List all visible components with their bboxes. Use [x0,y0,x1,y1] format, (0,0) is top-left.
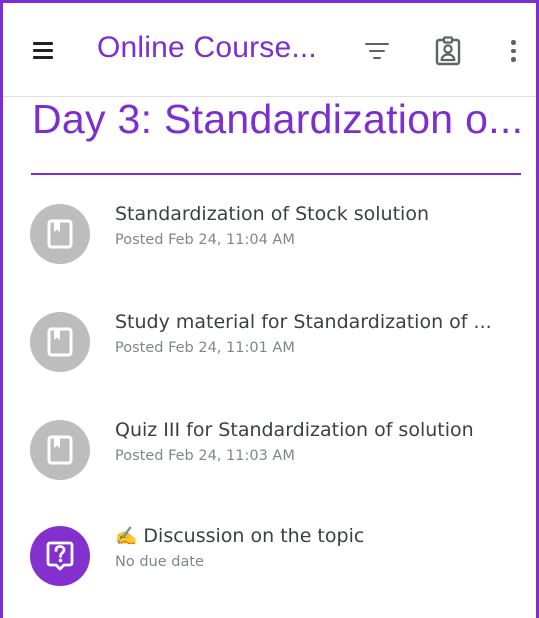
hamburger-menu-icon[interactable] [29,39,57,63]
list-item[interactable]: Quiz III for Standardization of solution… [30,415,520,485]
item-title-text: Discussion on the topic [143,525,365,547]
filter-icon[interactable] [363,39,391,63]
item-title: Standardization of Stock solution [115,203,429,225]
list-item[interactable]: Standardization of Stock solution Posted… [30,199,520,269]
writing-hand-icon: ✍️ [115,526,138,547]
item-title: Quiz III for Standardization of solution [115,419,474,441]
item-subtitle: Posted Feb 24, 11:04 AM [115,232,295,248]
item-subtitle: Posted Feb 24, 11:03 AM [115,448,295,464]
topic-divider [31,173,521,175]
more-vert-icon[interactable] [503,39,523,67]
list-item[interactable]: Study material for Standardization of ..… [30,307,520,377]
item-title: ✍️ Discussion on the topic [115,525,364,547]
list-item[interactable]: ✍️ Discussion on the topic No due date [30,521,520,591]
app-title: Online Course... [97,31,317,64]
question-icon [30,526,90,586]
app-bar: Online Course... [3,3,536,97]
material-book-icon [30,312,90,372]
item-subtitle: No due date [115,554,204,570]
assignment-ind-icon[interactable] [433,36,463,66]
material-book-icon [30,204,90,264]
item-subtitle: Posted Feb 24, 11:01 AM [115,340,295,356]
material-book-icon [30,420,90,480]
topic-title: Day 3: Standardization o... [32,96,524,142]
item-title: Study material for Standardization of ..… [115,311,492,333]
